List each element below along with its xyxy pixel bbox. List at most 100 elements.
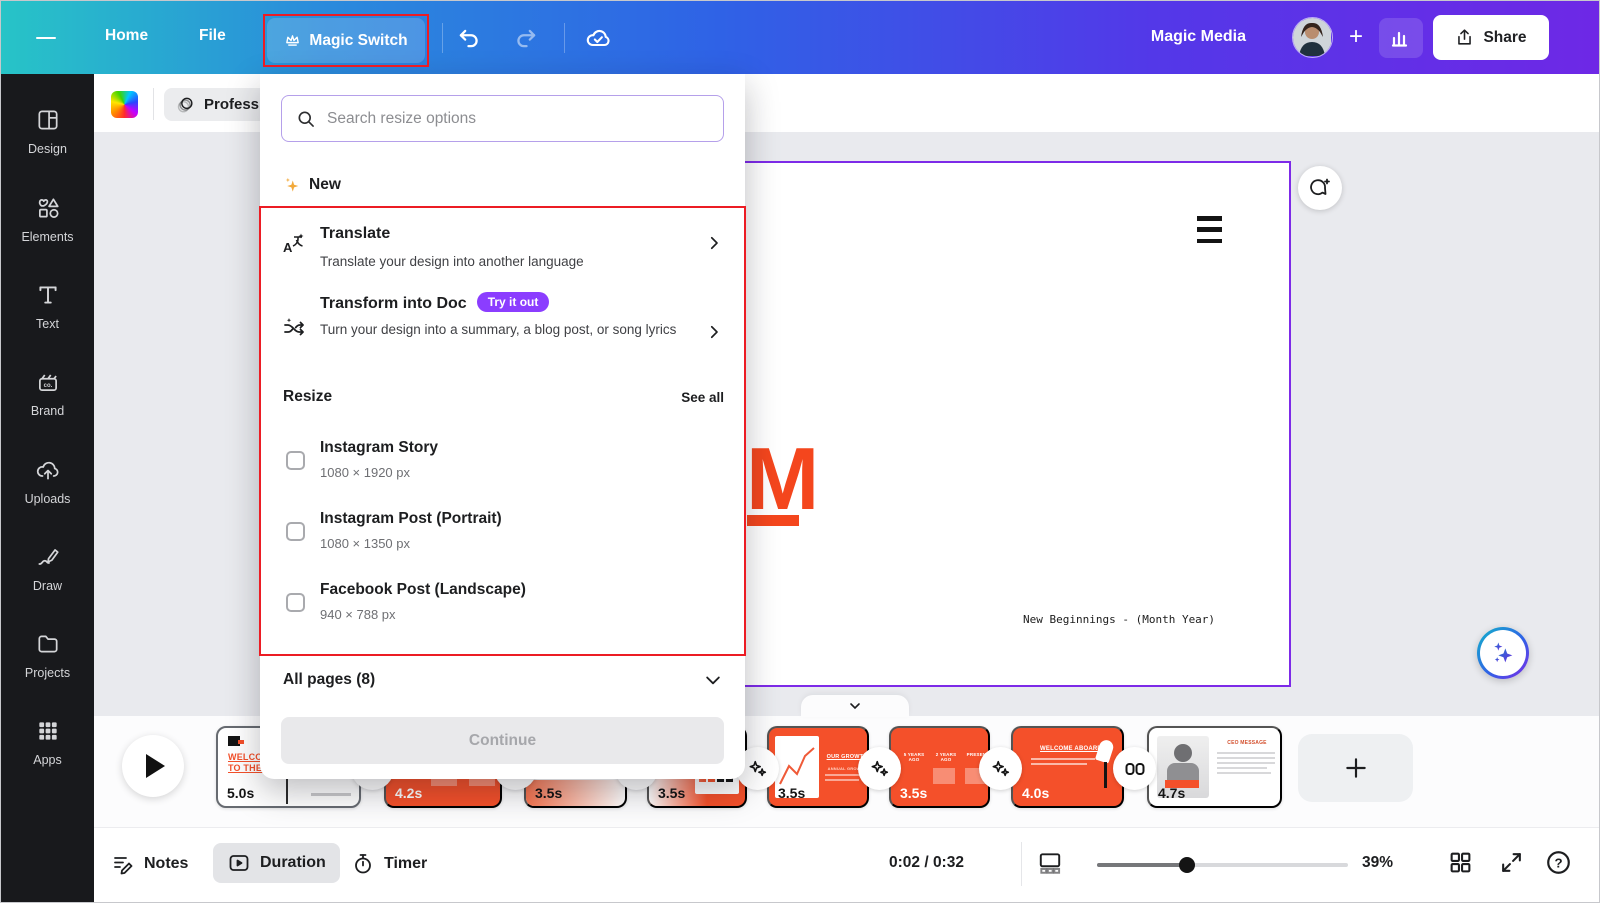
chevron-down-icon (847, 698, 863, 714)
divider (442, 23, 443, 53)
cloud-save-icon[interactable] (584, 24, 612, 52)
plus-icon (1343, 755, 1369, 781)
resize-option-instagram-story[interactable]: Instagram Story 1080 × 1920 px (260, 430, 745, 494)
search-input[interactable] (327, 110, 709, 128)
sidebar-item-text[interactable]: Text (1, 273, 94, 339)
elements-icon (35, 195, 61, 224)
text-line (825, 779, 859, 781)
add-member-icon[interactable]: + (1349, 23, 1363, 51)
pages-grid-icon[interactable] (1448, 850, 1473, 878)
sidebar-item-draw[interactable]: Draw (1, 535, 94, 601)
fullscreen-icon[interactable] (1499, 850, 1524, 878)
timeline-collapse-tab[interactable] (801, 695, 909, 717)
slide-big-letter[interactable]: M (746, 435, 817, 523)
avatar[interactable] (1292, 17, 1333, 58)
slide-letter-underline (747, 515, 799, 526)
sidebar-item-elements[interactable]: Elements (1, 186, 94, 252)
see-all-link[interactable]: See all (681, 390, 724, 405)
timer-button[interactable]: Timer (351, 852, 427, 876)
canva-assistant-button[interactable] (1477, 627, 1529, 679)
slide-hamburger-icon[interactable] (1197, 216, 1222, 243)
text-line (825, 774, 863, 776)
transition-button-6[interactable] (979, 747, 1022, 790)
text-line (1217, 762, 1275, 764)
new-section-header: New (283, 176, 341, 194)
divider (564, 23, 565, 53)
divider (1021, 842, 1022, 886)
transition-button-none[interactable] (1113, 747, 1156, 790)
slide-caption-text[interactable]: New Beginnings - (Month Year) (1023, 613, 1273, 626)
search-icon (296, 109, 316, 129)
logo-accent (238, 740, 244, 744)
checkbox[interactable] (286, 593, 305, 612)
sparkles-icon (1489, 639, 1517, 667)
file-button[interactable]: File (199, 27, 226, 45)
add-page-button[interactable] (1298, 734, 1413, 802)
text-icon (35, 282, 61, 311)
redo-icon[interactable] (513, 25, 539, 51)
text-line (1031, 758, 1095, 760)
text-line (1217, 757, 1275, 759)
checkbox[interactable] (286, 451, 305, 470)
share-button[interactable]: Share (1433, 15, 1549, 60)
resize-option-instagram-post-portrait[interactable]: Instagram Post (Portrait) 1080 × 1350 px (260, 501, 745, 565)
menu-item-translate[interactable]: A Translate Translate your design into a… (260, 214, 745, 280)
resize-option-facebook-post-landscape[interactable]: Facebook Post (Landscape) 940 × 788 px (260, 572, 745, 636)
magic-switch-button[interactable]: Magic Switch (267, 18, 425, 63)
transform-icon (282, 316, 306, 343)
sidebar-item-design[interactable]: Design (1, 98, 94, 164)
design-icon (35, 107, 61, 136)
zoom-slider[interactable] (1097, 862, 1348, 868)
help-icon[interactable]: ? (1544, 848, 1573, 880)
background-color-swatch[interactable] (111, 91, 138, 118)
checkbox[interactable] (286, 522, 305, 541)
transition-button-5[interactable] (858, 747, 901, 790)
insights-icon[interactable] (1379, 18, 1423, 58)
svg-text:A: A (283, 240, 293, 255)
bottom-bar: Notes Duration Timer 0:02 / 0:32 (94, 827, 1600, 903)
page-thumbnail-7[interactable]: WELCOME ABOARD 4.0s (1011, 726, 1124, 808)
page-thumbnail-6[interactable]: 5 YEARS AGO 2 YEARS AGO PRESENT 3.5s (889, 726, 990, 808)
play-button[interactable] (122, 735, 184, 797)
all-pages-selector[interactable]: All pages (8) (283, 671, 723, 689)
text-line (1031, 763, 1087, 765)
text-block (933, 768, 955, 784)
grid-view-icon[interactable] (1037, 850, 1063, 879)
duration-icon (227, 851, 251, 875)
sidebar-item-projects[interactable]: Projects (1, 622, 94, 688)
lamp-pole (1104, 762, 1107, 788)
try-it-out-badge: Try it out (477, 292, 550, 312)
canva-editor-window: Home File Magic Switch (0, 0, 1600, 903)
magic-media-label: Magic Media (1151, 28, 1246, 46)
lamp-illustration (1095, 738, 1115, 763)
add-comment-button[interactable] (1298, 166, 1342, 210)
share-icon (1455, 28, 1474, 47)
sidebar-item-brand[interactable]: co. Brand (1, 360, 94, 426)
playback-time: 0:02 / 0:32 (889, 854, 964, 872)
sidebar-item-uploads[interactable]: Uploads (1, 448, 94, 514)
notes-button[interactable]: Notes (111, 852, 188, 876)
resize-section-header: Resize (283, 388, 332, 406)
resize-search-box[interactable] (281, 95, 724, 142)
page-thumbnail-8[interactable]: CEO MESSAGE 4.7s (1147, 726, 1282, 808)
timer-icon (351, 852, 375, 876)
svg-text:co.: co. (43, 382, 52, 388)
text-line (1217, 752, 1275, 754)
undo-icon[interactable] (456, 25, 482, 51)
text-line (1217, 767, 1267, 769)
chevron-down-icon (703, 670, 723, 690)
play-icon (146, 754, 165, 778)
main-menu-icon[interactable] (31, 25, 61, 51)
uploads-icon (35, 457, 61, 486)
magic-switch-dropdown: New A Translate Translate your design in… (260, 74, 745, 779)
duration-button[interactable]: Duration (213, 843, 340, 883)
sidebar-item-apps[interactable]: Apps (1, 709, 94, 775)
page-thumbnail-5[interactable]: OUR GROWTH ANNUAL GROWTH 3.5s (767, 726, 869, 808)
text-line (1217, 772, 1271, 774)
menu-item-transform-into-doc[interactable]: Transform into DocTry it out Turn your d… (260, 286, 745, 378)
zoom-slider-thumb[interactable] (1179, 857, 1195, 873)
translate-icon: A (282, 232, 306, 259)
continue-button[interactable]: Continue (281, 717, 724, 764)
home-button[interactable]: Home (105, 27, 148, 45)
layers-icon (176, 95, 196, 115)
